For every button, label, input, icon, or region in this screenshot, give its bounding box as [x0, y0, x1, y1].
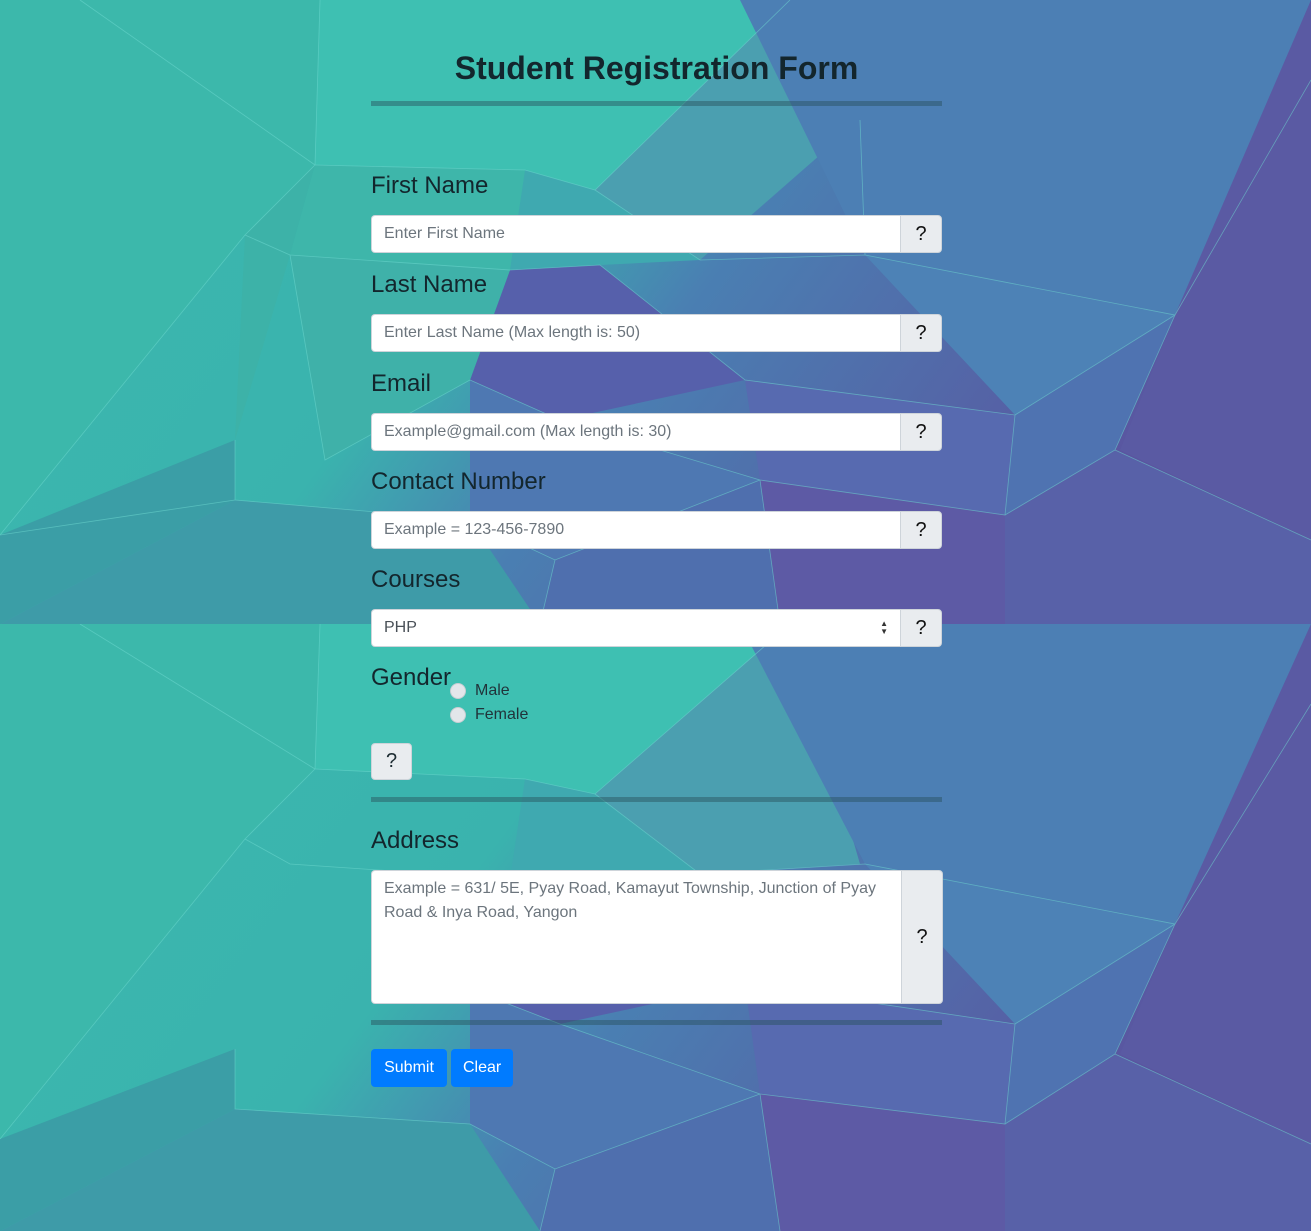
gender-option-female[interactable]: Female	[450, 706, 528, 724]
courses-label: Courses	[371, 566, 461, 593]
first-name-input[interactable]	[371, 215, 900, 253]
question-mark-icon: ?	[916, 925, 928, 948]
address-label: Address	[371, 827, 460, 854]
male-radio[interactable]	[450, 683, 466, 699]
address-textarea[interactable]	[371, 870, 901, 1004]
courses-selected-value: PHP	[384, 619, 417, 636]
first-name-help-button[interactable]: ?	[900, 215, 942, 253]
gender-label: Gender	[371, 664, 452, 691]
courses-help-button[interactable]: ?	[900, 609, 942, 647]
question-mark-icon: ?	[385, 750, 398, 772]
gender-help-button[interactable]: ?	[371, 743, 412, 780]
email-input[interactable]	[371, 413, 900, 451]
question-mark-icon: ?	[915, 321, 927, 344]
last-name-label: Last Name	[371, 271, 488, 298]
address-divider	[371, 1020, 942, 1025]
question-mark-icon: ?	[915, 222, 927, 245]
address-group: ?	[371, 870, 943, 1004]
courses-group: PHP ▲ ▼ ?	[371, 609, 942, 647]
question-mark-icon: ?	[915, 518, 927, 541]
page-title: Student Registration Form	[454, 50, 859, 86]
last-name-group: ?	[371, 314, 942, 352]
courses-select[interactable]: PHP ▲ ▼	[371, 609, 900, 647]
female-radio[interactable]	[450, 707, 466, 723]
first-name-label: First Name	[371, 172, 489, 199]
gender-divider	[371, 797, 942, 802]
question-mark-icon: ?	[915, 616, 927, 639]
contact-number-input[interactable]	[371, 511, 900, 549]
clear-button[interactable]: Clear	[451, 1049, 513, 1087]
email-group: ?	[371, 413, 942, 451]
select-caret-icon: ▲ ▼	[880, 619, 888, 636]
female-radio-label: Female	[475, 706, 529, 723]
contact-number-help-button[interactable]: ?	[900, 511, 942, 549]
contact-number-group: ?	[371, 511, 942, 549]
first-name-group: ?	[371, 215, 942, 253]
submit-button[interactable]: Submit	[371, 1049, 447, 1087]
email-help-button[interactable]: ?	[900, 413, 942, 451]
last-name-help-button[interactable]: ?	[900, 314, 942, 352]
last-name-input[interactable]	[371, 314, 900, 352]
question-mark-icon: ?	[915, 420, 927, 443]
contact-number-label: Contact Number	[371, 468, 546, 495]
title-divider	[371, 101, 942, 106]
address-help-button[interactable]: ?	[901, 870, 943, 1004]
gender-option-male[interactable]: Male	[450, 682, 510, 700]
male-radio-label: Male	[475, 682, 510, 699]
email-label: Email	[371, 370, 432, 397]
